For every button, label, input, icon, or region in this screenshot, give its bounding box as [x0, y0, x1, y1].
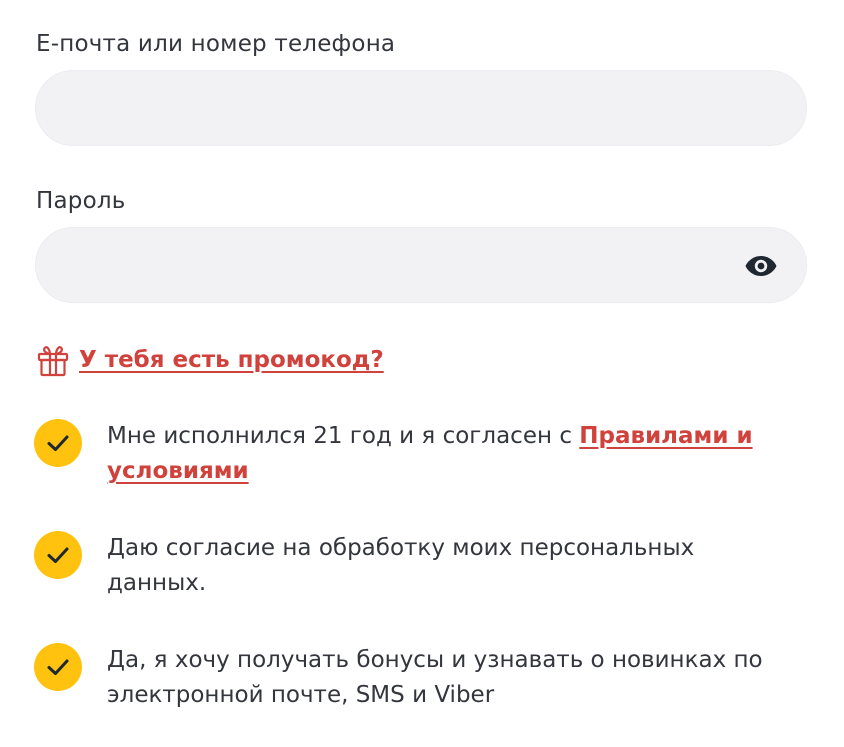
email-label: Е-почта или номер телефона — [36, 31, 396, 57]
promo-row: У тебя есть промокод? — [36, 343, 384, 377]
eye-icon[interactable] — [744, 250, 778, 282]
password-label: Пароль — [36, 188, 126, 214]
consent-terms-checkbox[interactable] — [34, 419, 82, 467]
password-input[interactable] — [36, 228, 806, 302]
consent-terms-text: Мне исполнился 21 год и я согласен с Пра… — [107, 419, 787, 489]
checkmark-icon — [47, 659, 69, 675]
checkmark-icon — [47, 435, 69, 451]
consent-personal-data-checkbox[interactable] — [34, 531, 82, 579]
consent-terms-label: Мне исполнился 21 год и я согласен с — [107, 423, 580, 449]
checkmark-icon — [47, 547, 69, 563]
consent-marketing-checkbox[interactable] — [34, 643, 82, 691]
email-input[interactable] — [36, 71, 806, 145]
gift-icon — [36, 343, 70, 377]
promo-code-link[interactable]: У тебя есть промокод? — [79, 347, 384, 373]
email-field[interactable] — [35, 70, 807, 146]
consent-marketing-text: Да, я хочу получать бонусы и узнавать о … — [107, 647, 763, 708]
consent-personal-data-text: Даю согласие на обработку моих персональ… — [107, 535, 695, 596]
password-field[interactable] — [35, 227, 807, 303]
